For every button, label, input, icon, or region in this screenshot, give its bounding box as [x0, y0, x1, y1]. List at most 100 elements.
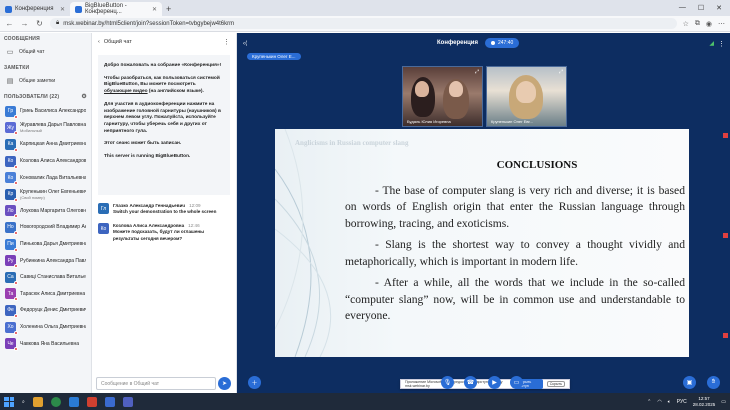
language-indicator[interactable]: РУС	[677, 399, 687, 405]
close-tab-icon[interactable]: ✕	[60, 6, 65, 13]
forward-icon[interactable]: →	[20, 19, 29, 28]
talking-indicator[interactable]: Крупенькин Олег Е...	[247, 53, 301, 60]
send-icon[interactable]: ➤	[218, 377, 231, 390]
edge-icon[interactable]	[68, 396, 79, 407]
teams-icon[interactable]	[122, 396, 133, 407]
actions-plus-button[interactable]: ＋	[248, 376, 261, 389]
user-list-item[interactable]: Та Тарасюк Алиса Дмитриевна	[0, 286, 91, 303]
muted-status-icon	[14, 313, 18, 318]
webcam-tile[interactable]: ⤢ Крупенькин Олег Евг...	[486, 66, 567, 127]
word-icon[interactable]	[104, 396, 115, 407]
avatar: Гл	[98, 203, 109, 214]
star-icon[interactable]: ☆	[683, 20, 689, 28]
muted-status-icon	[14, 330, 18, 335]
welcome-line-3: Для участия в аудиоконференции нажмите н…	[104, 101, 221, 134]
tab-bigbluebutton[interactable]: BigBlueButton - Конференц... ✕	[70, 2, 162, 16]
chat-header: ‹ Общий чат ⋮	[92, 33, 236, 51]
avatar-initials: Жу	[6, 124, 15, 131]
share-webcam-button[interactable]: ▶︎	[488, 376, 501, 389]
user-list-item[interactable]: Ко Коновалик Лада Витальевна	[0, 169, 91, 186]
close-tab-icon[interactable]: ✕	[152, 6, 157, 13]
user-list-item[interactable]: Ло Лоукова Маргарита Олеговна	[0, 203, 91, 220]
webcam-label: Крупенькин Олег Евг...	[491, 119, 533, 124]
profile-icon[interactable]: ◉	[706, 20, 712, 28]
message-text: Switch your demonstration to the whole s…	[113, 209, 217, 214]
meeting-title: Конференция	[437, 40, 478, 46]
wifi-icon[interactable]: ◠	[657, 399, 661, 405]
share-screen-button[interactable]: ▭	[510, 376, 523, 389]
tab-conference[interactable]: Конференция ✕	[0, 2, 70, 16]
chat-message-input[interactable]: Сообщение в Общий чат	[96, 377, 216, 390]
tray-chevron-icon[interactable]: ⌃	[647, 399, 651, 405]
user-list-item[interactable]: Че Чавкова Яна Васильевна	[0, 335, 91, 352]
user-list-item[interactable]: Гр Гриеь Василиса Александровна	[0, 103, 91, 120]
options-menu-icon[interactable]: ⋮	[718, 40, 725, 48]
chrome-icon[interactable]	[50, 396, 61, 407]
chat-panel: ‹ Общий чат ⋮ Добро пожаловать на собран…	[92, 33, 237, 393]
public-chat-item[interactable]: ▭ Общий чат	[0, 45, 91, 58]
reload-icon[interactable]: ↻	[35, 19, 44, 28]
hide-notification-button[interactable]: Скрыть	[546, 381, 565, 387]
search-icon[interactable]: ⌕	[22, 399, 25, 405]
webcam-label: Будаль Юлия Игоревна	[407, 119, 451, 124]
connection-status-icon[interactable]: ◢	[709, 40, 714, 47]
chat-options-icon[interactable]: ⋮	[223, 38, 230, 46]
welcome-message: Добро пожаловать на собрание «Конференци…	[98, 55, 230, 195]
mute-microphone-button[interactable]: 🎙︎	[441, 376, 454, 389]
close-window-icon[interactable]: ✕	[716, 4, 722, 12]
fullscreen-icon[interactable]: ⤢	[559, 69, 563, 75]
clock[interactable]: 12:57 28.02.2025	[693, 396, 716, 407]
windows-start-icon[interactable]	[4, 396, 14, 407]
user-list-item[interactable]: Кр Крупенькин Олег Евгеньевич (Свой номер)	[0, 186, 91, 203]
url-field[interactable]: 🔒︎ msk.webinar.by/html5client/join?sessi…	[50, 18, 677, 29]
user-list-item[interactable]: Ка Карпицкая Анна Дмитриевна	[0, 136, 91, 153]
muted-status-icon	[14, 347, 18, 352]
user-list-item[interactable]: Но Новогородский Владимир Анато...	[0, 219, 91, 236]
user-list-item[interactable]: Пи Пинькова Дарья Дмитриевна	[0, 236, 91, 253]
back-icon[interactable]: ←	[5, 19, 14, 28]
maximize-icon[interactable]: ☐	[698, 4, 704, 12]
file-explorer-icon[interactable]	[32, 396, 43, 407]
user-list-item[interactable]: Ру Рубинкина Александра Павловна	[0, 252, 91, 269]
user-subtitle: Мобильный	[20, 128, 42, 134]
welcome-line-2: Чтобы разобраться, как пользоваться сист…	[104, 76, 224, 96]
clock-date: 28.02.2025	[692, 401, 716, 407]
tutorial-video-link[interactable]: обучающие видео	[104, 89, 148, 94]
hide-chat-chevron-icon[interactable]: ‹	[98, 39, 100, 45]
users-section-title: ПОЛЬЗОВАТЕЛИ (22) ⚙	[0, 91, 91, 103]
new-tab-button[interactable]: +	[162, 4, 175, 16]
message-time: 12:09	[189, 203, 201, 208]
minimize-icon[interactable]: —	[679, 4, 686, 12]
leave-audio-button[interactable]: ☎︎	[464, 376, 477, 389]
raise-hand-button[interactable]: ✋︎	[707, 376, 720, 389]
muted-status-icon	[14, 164, 18, 169]
user-info: Холенина Ольга Дмитриевна	[20, 324, 86, 330]
user-list-item[interactable]: Фе Федоруцк Денис Дмитриевич	[0, 302, 91, 319]
recording-timer[interactable]: 247:40	[485, 38, 520, 48]
avatar-initials: Ка	[7, 141, 14, 148]
user-list-item[interactable]: Жу Журавлева Дарья Павловна Мобильный	[0, 120, 91, 137]
muted-status-icon	[14, 147, 18, 152]
notifications-icon[interactable]: ▭	[721, 399, 726, 405]
fullscreen-icon[interactable]: ⤢	[475, 69, 479, 75]
presentation-toggle-button[interactable]: ▣	[683, 376, 696, 389]
slide-paragraph: - After a while, all the words that we i…	[345, 276, 685, 323]
user-list-item[interactable]: Хо Холенина Ольга Дмитриевна	[0, 319, 91, 336]
user-list-item[interactable]: Ко Козлова Алиса Александровна	[0, 153, 91, 170]
avatar-initials: Фе	[7, 307, 14, 314]
browser-tools: ☆ ⧉ ◉ ⋯	[683, 20, 725, 28]
meeting-header: ‹⟨ Крупенькин Олег Е... Конференция 247:…	[237, 33, 730, 60]
message-content: Козлова Алиса Александровна 12:46 Можете п…	[113, 223, 230, 242]
app-icon[interactable]	[86, 396, 97, 407]
volume-icon[interactable]: 🔈︎	[668, 399, 671, 405]
menu-dots-icon[interactable]: ⋯	[718, 20, 725, 28]
gear-icon[interactable]: ⚙	[81, 93, 87, 100]
shared-notes-item[interactable]: ▤ Общие заметки	[0, 74, 91, 87]
extensions-icon[interactable]: ⧉	[695, 20, 700, 28]
webcam-tile[interactable]: ⤢ Будаль Юлия Игоревна	[402, 66, 483, 127]
avatar: Кр	[5, 188, 18, 202]
users-sidebar: СООБЩЕНИЯ ▭ Общий чат ЗАМЕТКИ ▤ Общие за…	[0, 33, 92, 393]
toggle-userlist-icon[interactable]: ‹⟨	[243, 40, 247, 47]
muted-status-icon	[14, 247, 18, 252]
user-list-item[interactable]: Са Савицi Станислава Витальевна	[0, 269, 91, 286]
